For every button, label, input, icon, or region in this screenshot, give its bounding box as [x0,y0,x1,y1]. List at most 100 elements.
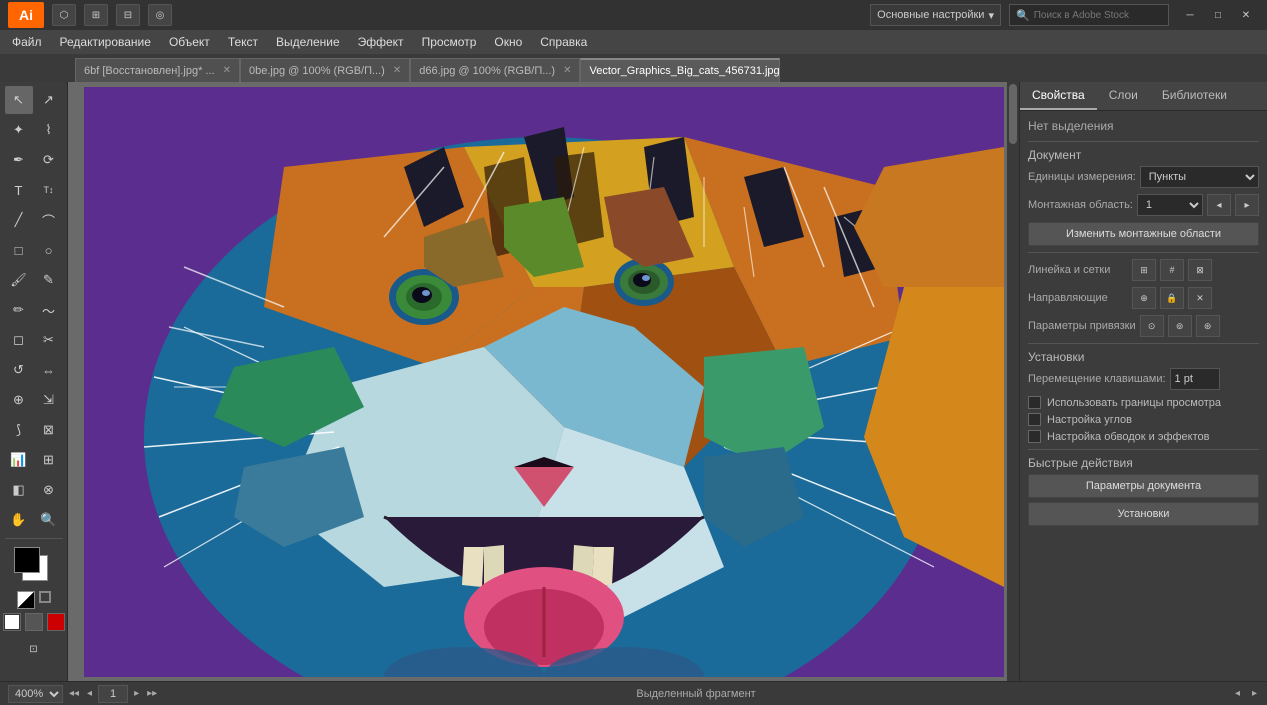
clear-guides-btn[interactable]: ✕ [1188,287,1212,309]
panel-tab-libraries[interactable]: Библиотеки [1150,82,1239,110]
tool-line[interactable]: ╱ [5,206,33,234]
new-doc-icon[interactable]: ⬡ [52,4,76,26]
artboard-select[interactable]: 1 [1137,194,1203,216]
units-select[interactable]: Пункты [1140,166,1259,188]
tool-gradient[interactable]: ◧ [5,476,33,504]
tool-pencil[interactable]: ✏ [5,296,33,324]
tool-smooth[interactable]: 〜 [35,296,63,324]
menu-view[interactable]: Просмотр [414,33,485,51]
tab-3[interactable]: Vector_Graphics_Big_cats_456731.jpg @ 40… [580,58,780,82]
tool-lasso[interactable]: ⌇ [35,116,63,144]
corner-widget-checkbox[interactable] [1028,413,1041,426]
artwork-canvas[interactable] [84,87,1004,677]
preferences-button[interactable]: Установки [1028,502,1259,526]
doc-settings-button[interactable]: Параметры документа [1028,474,1259,498]
menu-text[interactable]: Текст [220,33,266,51]
use-print-bounds-checkbox[interactable] [1028,396,1041,409]
ruler-grids-row: Линейка и сетки ⊞ # ⊠ [1028,259,1259,281]
tool-eyedropper[interactable]: ⊗ [35,476,63,504]
prev-page-btn[interactable]: ◂◂ [67,688,81,699]
tool-eraser[interactable]: ◻ [5,326,33,354]
tool-select[interactable]: ↖ [5,86,33,114]
close-button[interactable]: ✕ [1233,4,1259,26]
menu-select[interactable]: Выделение [268,33,348,51]
tab-close-1[interactable]: ✕ [393,65,401,76]
canvas-area[interactable] [68,82,1019,681]
show-guides-btn[interactable]: ⊕ [1132,287,1156,309]
foreground-swatch[interactable] [14,547,40,573]
zoom-select[interactable]: 400% [8,685,63,703]
tool-blob[interactable]: ✎ [35,266,63,294]
change-artboard-button[interactable]: Изменить монтажные области [1028,222,1259,246]
arrange2-icon[interactable]: ⊟ [116,4,140,26]
prev-btn[interactable]: ◂ [85,688,94,699]
tool-zoom[interactable]: 🔍 [35,506,63,534]
tool-width[interactable]: ⊠ [35,416,63,444]
tool-text[interactable]: T [5,176,33,204]
tab-close-2[interactable]: ✕ [563,65,571,76]
status-prev-btn[interactable]: ◂ [1233,688,1242,699]
tool-touch-type[interactable]: T↕ [35,176,63,204]
fill-icon[interactable] [3,613,21,631]
grid-icon-btn[interactable]: # [1160,259,1184,281]
tool-graph[interactable]: 📊 [5,446,33,474]
gradient-icon[interactable] [25,613,43,631]
maximize-button[interactable]: □ [1205,4,1231,26]
menu-help[interactable]: Справка [532,33,595,51]
tool-reflect[interactable]: ⇔ [35,356,63,384]
tool-scissors[interactable]: ✂ [35,326,63,354]
color-swatches[interactable] [10,545,58,585]
rulers-icon-btn[interactable]: ⊞ [1132,259,1156,281]
panel-divider-3 [1028,343,1259,344]
snap-pixel-btn[interactable]: ⊛ [1196,315,1220,337]
tool-hand[interactable]: ✋ [5,506,33,534]
status-next-btn[interactable]: ▸ [1250,688,1259,699]
tab-1[interactable]: 0be.jpg @ 100% (RGB/П...) ✕ [240,58,410,82]
tool-paintbrush[interactable]: 🖌 [5,266,33,294]
menu-window[interactable]: Окно [486,33,530,51]
bridge-icon[interactable]: ◎ [148,4,172,26]
minimize-button[interactable]: ─ [1177,4,1203,26]
menu-file[interactable]: Файл [4,33,50,51]
workspace-selector[interactable]: Основные настройки ▾ [870,4,1001,26]
tool-mesh[interactable]: ⊞ [35,446,63,474]
menu-edit[interactable]: Редактирование [52,33,159,51]
tab-0[interactable]: 6bf [Восстановлен].jpg* ... ✕ [75,58,240,82]
tool-rect[interactable]: □ [5,236,33,264]
tool-magic-wand[interactable]: ✦ [5,116,33,144]
vertical-scroll-thumb[interactable] [1009,84,1017,144]
artboard-next-button[interactable]: ▸ [1235,194,1259,216]
none-icon[interactable] [47,613,65,631]
search-box[interactable]: 🔍 Поиск в Adobe Stock [1009,4,1169,26]
arrange-icon[interactable]: ⊞ [84,4,108,26]
snap-grid-btn[interactable]: ⊚ [1168,315,1192,337]
next-btn[interactable]: ▸ [132,688,141,699]
keyboard-move-input[interactable] [1170,368,1220,390]
tool-scale[interactable]: ⊕ [5,386,33,414]
panel-tab-layers[interactable]: Слои [1097,82,1150,110]
artboard-prev-button[interactable]: ◂ [1207,194,1231,216]
tool-curvature[interactable]: ⟳ [35,146,63,174]
change-screen-mode[interactable]: ⊡ [20,635,48,663]
none-color-icon[interactable] [39,591,51,603]
tool-direct-select[interactable]: ↗ [35,86,63,114]
snap-point-btn[interactable]: ⊙ [1140,315,1164,337]
tab-close-0[interactable]: ✕ [223,65,231,76]
next-page-btn[interactable]: ▸▸ [145,688,159,699]
tool-pen[interactable]: ✒ [5,146,33,174]
tool-arc[interactable]: ⌒ [35,206,63,234]
tool-reshape[interactable]: ⇲ [35,386,63,414]
pixel-grid-icon-btn[interactable]: ⊠ [1188,259,1212,281]
tool-warp[interactable]: ⟆ [5,416,33,444]
tool-rotate[interactable]: ↺ [5,356,33,384]
tool-ellipse[interactable]: ○ [35,236,63,264]
tab-2[interactable]: d66.jpg @ 100% (RGB/П...) ✕ [410,58,580,82]
menu-object[interactable]: Объект [161,33,218,51]
stroke-effects-checkbox[interactable] [1028,430,1041,443]
lock-guides-btn[interactable]: 🔒 [1160,287,1184,309]
panel-tab-properties[interactable]: Свойства [1020,82,1097,110]
swap-colors-icon[interactable] [17,591,35,609]
menu-effect[interactable]: Эффект [350,33,412,51]
vertical-scrollbar[interactable] [1007,82,1019,681]
page-input[interactable] [98,685,128,703]
